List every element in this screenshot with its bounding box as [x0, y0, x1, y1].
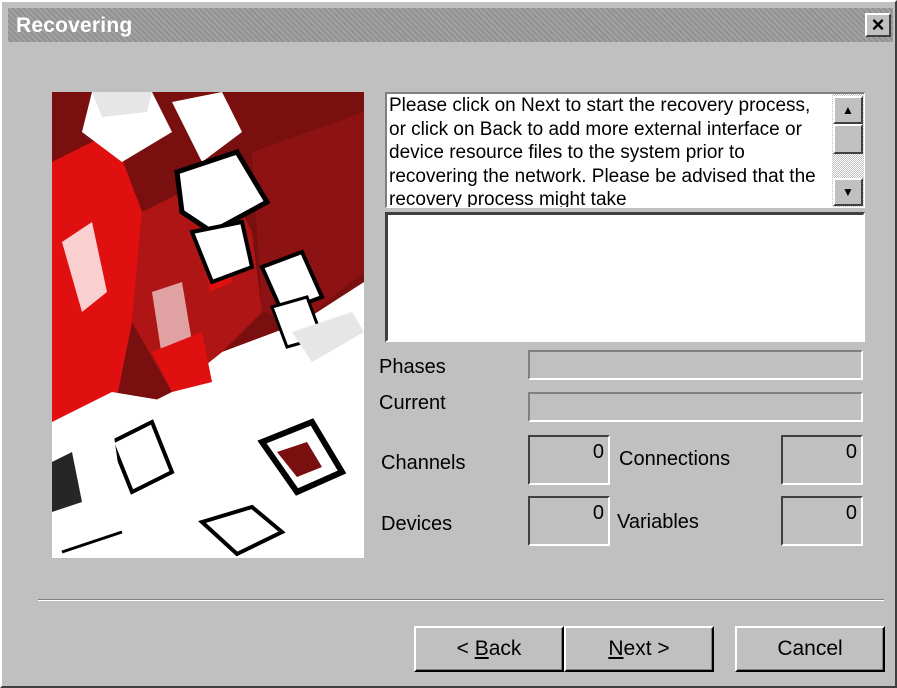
variables-value: 0	[781, 496, 863, 546]
footer-divider	[38, 599, 884, 601]
connections-label: Connections	[619, 448, 731, 470]
back-button-rest: ack	[488, 637, 522, 660]
arrow-down-icon: ▼	[842, 185, 854, 199]
next-button-rest: ext >	[623, 637, 670, 660]
recovering-dialog: Recovering × Please click on Next to sta…	[0, 0, 897, 688]
instructions-scrollbar[interactable]: ▲ ▼	[832, 94, 864, 207]
phases-progress-bar	[528, 350, 863, 380]
instructions-textbox[interactable]: Please click on Next to start the recove…	[385, 92, 865, 208]
next-button[interactable]: Next >	[564, 626, 714, 672]
scroll-thumb[interactable]	[833, 124, 863, 154]
next-button-mnemonic: N	[608, 637, 624, 660]
recovery-log-box[interactable]	[385, 212, 865, 342]
current-label: Current	[379, 392, 446, 414]
devices-label: Devices	[381, 513, 453, 535]
wizard-illustration	[52, 92, 364, 558]
close-icon: ×	[871, 12, 885, 37]
back-button-mnemonic: B	[474, 637, 489, 660]
window-title: Recovering	[16, 14, 133, 37]
network-blocks-image	[52, 92, 364, 558]
channels-label: Channels	[381, 452, 466, 474]
channels-value: 0	[528, 435, 610, 485]
back-button-prefix: <	[456, 637, 475, 660]
close-button[interactable]: ×	[865, 13, 891, 37]
instructions-text: Please click on Next to start the recove…	[389, 95, 816, 208]
cancel-button-label: Cancel	[777, 637, 843, 660]
current-progress-bar	[528, 392, 863, 422]
variables-label: Variables	[617, 511, 699, 533]
scroll-down-button[interactable]: ▼	[833, 178, 863, 206]
arrow-up-icon: ▲	[842, 103, 854, 117]
cancel-button[interactable]: Cancel	[735, 626, 885, 672]
devices-value: 0	[528, 496, 610, 546]
connections-value: 0	[781, 435, 863, 485]
back-button[interactable]: < Back	[414, 626, 564, 672]
phases-label: Phases	[379, 356, 446, 378]
scroll-up-button[interactable]: ▲	[833, 96, 863, 124]
title-bar[interactable]: Recovering ×	[8, 8, 893, 42]
